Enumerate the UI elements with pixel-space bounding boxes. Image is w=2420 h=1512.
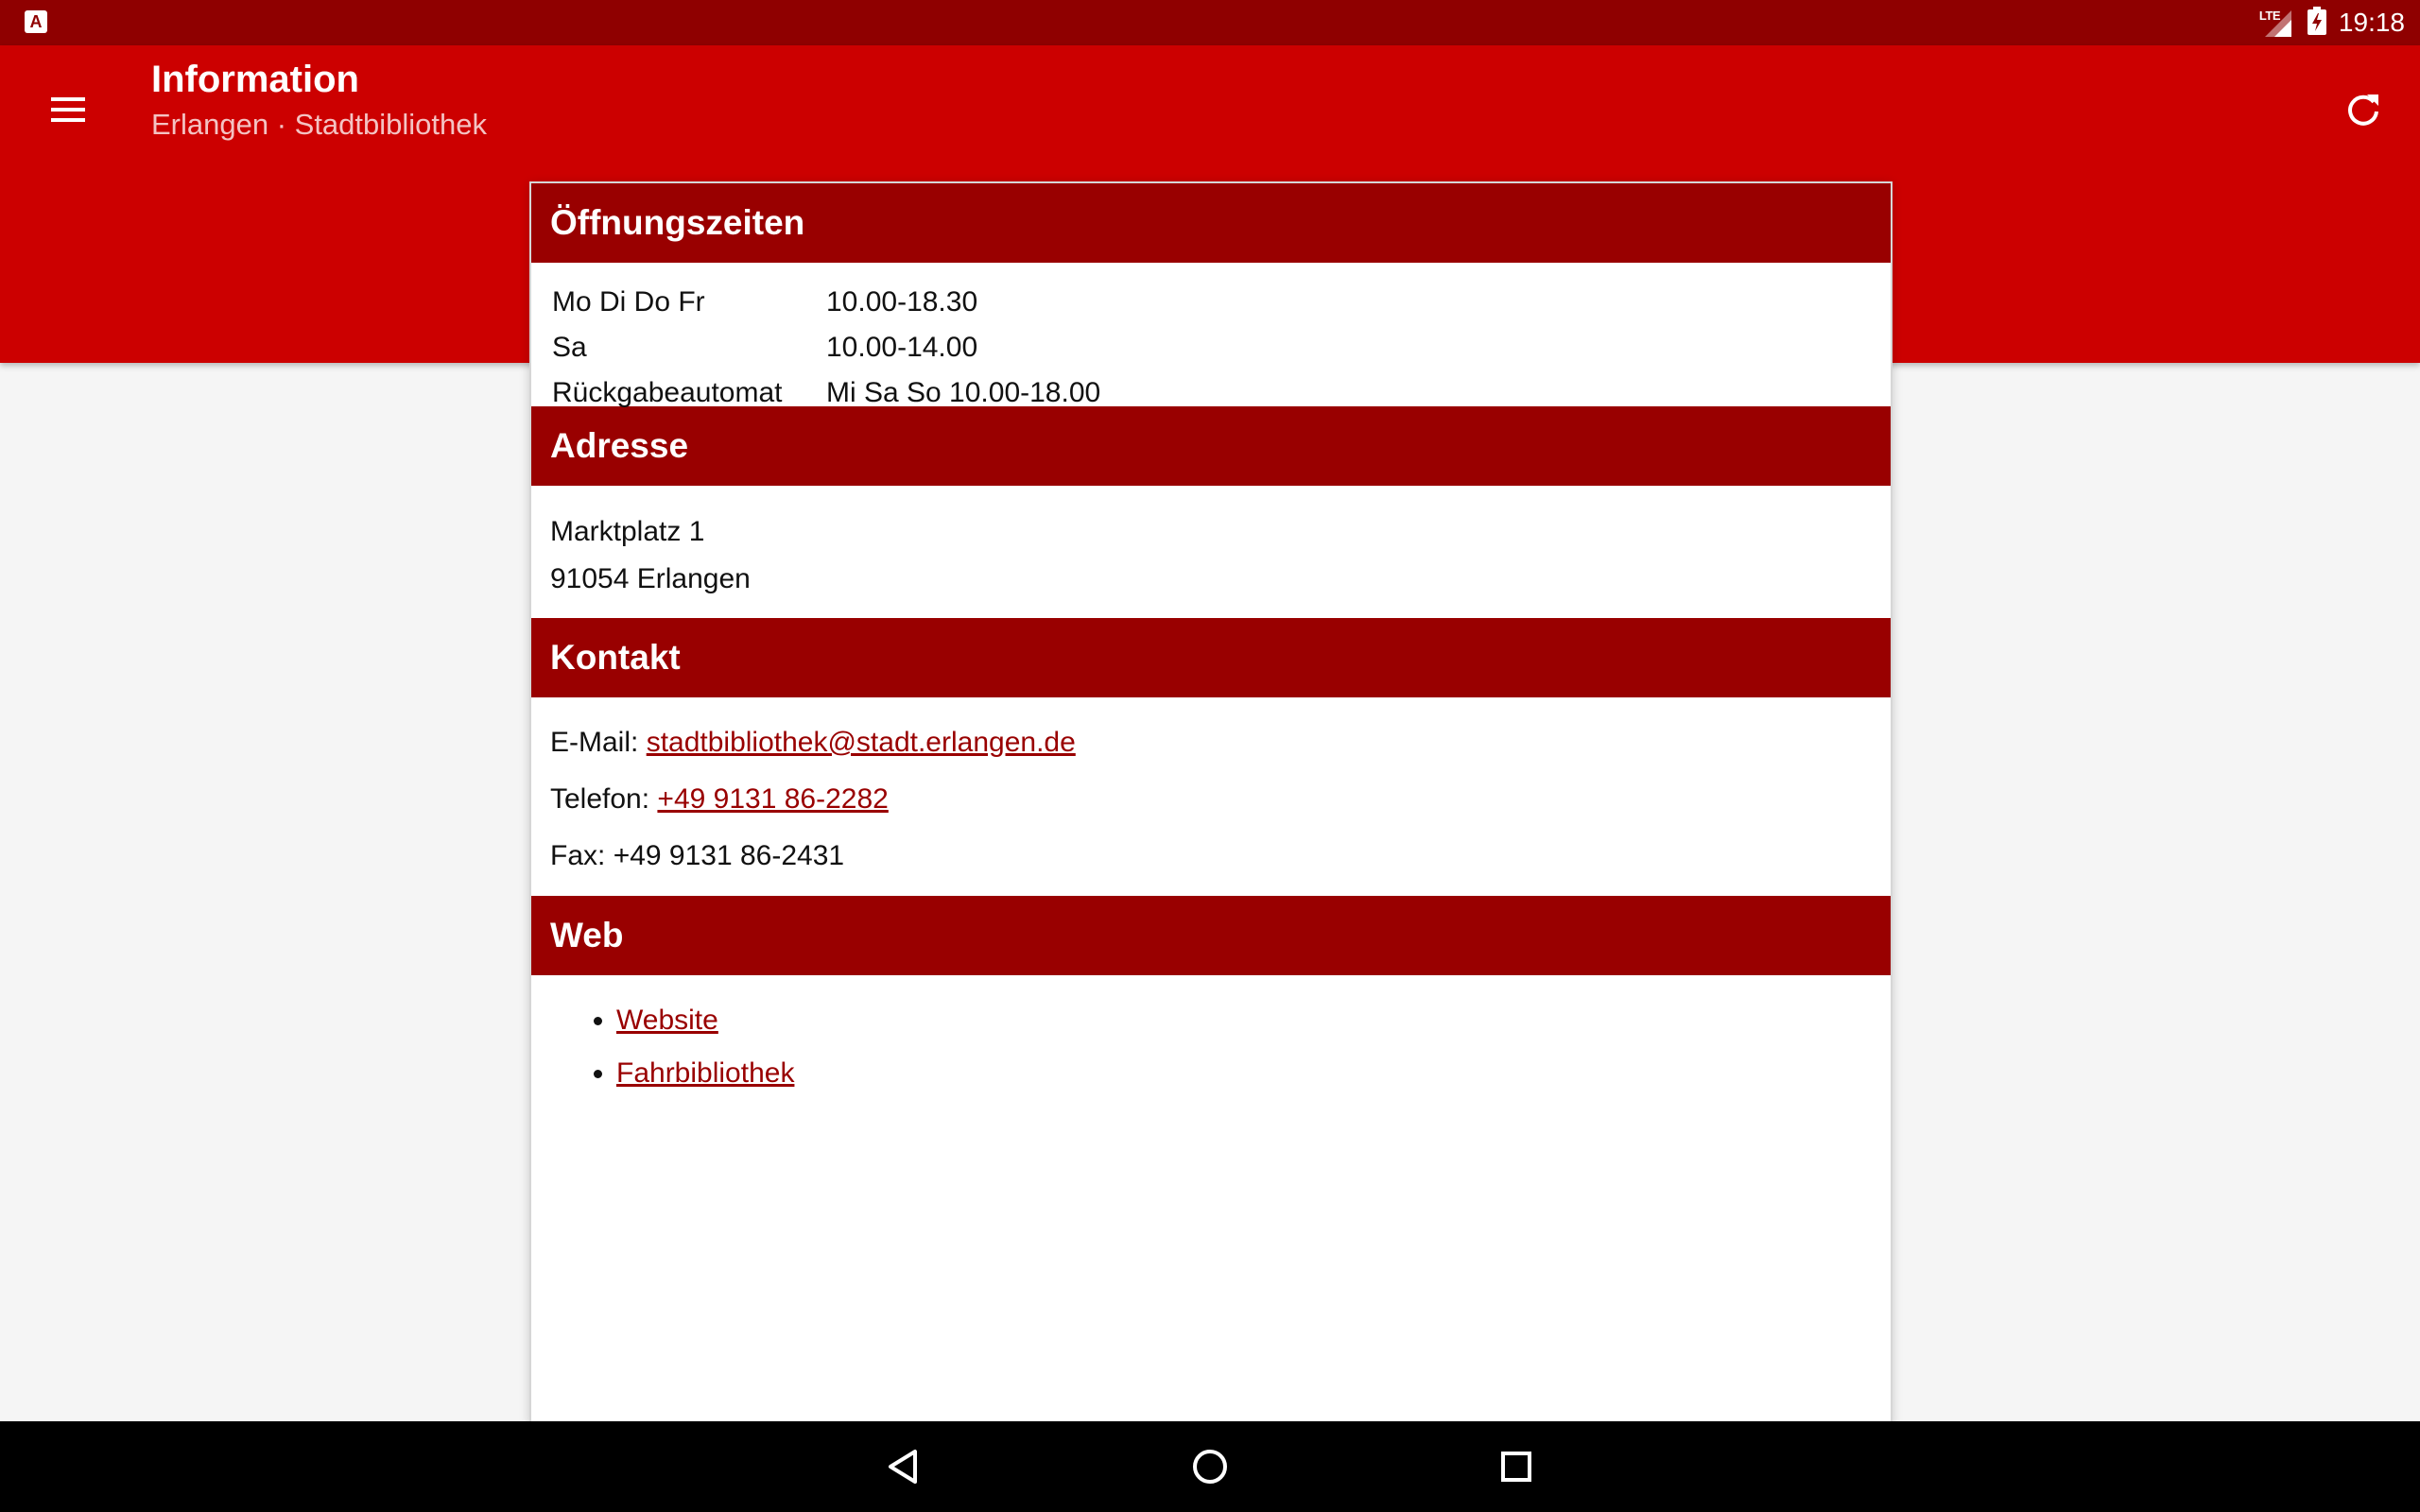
status-time: 19:18 [2338, 8, 2405, 37]
fax-number: +49 9131 86-2431 [613, 840, 845, 871]
menu-icon [51, 97, 85, 122]
back-icon [889, 1450, 917, 1484]
system-navigation-bar [0, 1421, 2420, 1512]
section-header-address: Adresse [531, 406, 1891, 486]
hours-time: 10.00-14.00 [826, 332, 978, 363]
address: Marktplatz 1 91054 Erlangen [531, 486, 1891, 618]
hours-time: Mi Sa So 10.00-18.00 [826, 377, 1101, 408]
opening-hours: Mo Di Do Fr 10.00-18.30 Sa 10.00-14.00 R… [531, 263, 1891, 408]
recents-icon [1501, 1452, 1531, 1482]
email-link[interactable]: stadtbibliothek@stadt.erlangen.de [647, 727, 1076, 758]
status-indicators: LTE 19:18 [2259, 0, 2405, 45]
page-title: Information [151, 59, 359, 100]
phone-label: Telefon: [550, 783, 658, 815]
home-button[interactable] [1180, 1436, 1240, 1497]
contact-fax-line: Fax: +49 9131 86-2431 [550, 828, 1872, 885]
recents-button[interactable] [1486, 1436, 1547, 1497]
table-row: Sa 10.00-14.00 [552, 325, 1100, 370]
web-links: Website Fahrbibliothek [531, 975, 1891, 1100]
status-bar: A LTE 19:18 [0, 0, 2420, 45]
battery-charging-icon [2307, 6, 2327, 40]
contact-phone-line: Telefon: +49 9131 86-2282 [550, 771, 1872, 828]
contact: E-Mail: stadtbibliothek@stadt.erlangen.d… [531, 697, 1891, 896]
back-button[interactable] [873, 1436, 934, 1497]
lte-signal-icon: LTE [2259, 9, 2293, 37]
section-header-hours: Öffnungszeiten [531, 183, 1891, 263]
fahrbibliothek-link[interactable]: Fahrbibliothek [616, 1057, 794, 1089]
email-label: E-Mail: [550, 727, 647, 758]
website-link[interactable]: Website [616, 1005, 718, 1036]
library-info-card: Öffnungszeiten Mo Di Do Fr 10.00-18.30 S… [529, 181, 1893, 1425]
hours-day: Mo Di Do Fr [552, 286, 705, 318]
address-city: 91054 Erlangen [550, 563, 751, 594]
list-item: Fahrbibliothek [616, 1047, 1872, 1100]
web-link-list: Website Fahrbibliothek [550, 994, 1872, 1100]
fax-label: Fax: [550, 840, 614, 871]
home-icon [1193, 1450, 1227, 1484]
address-street: Marktplatz 1 [550, 516, 705, 547]
contact-email-line: E-Mail: stadtbibliothek@stadt.erlangen.d… [550, 714, 1872, 771]
section-header-contact: Kontakt [531, 618, 1891, 697]
refresh-icon [2348, 94, 2378, 126]
opening-hours-table: Mo Di Do Fr 10.00-18.30 Sa 10.00-14.00 R… [552, 280, 1100, 416]
section-header-web: Web [531, 896, 1891, 975]
app-notification-icon: A [25, 10, 47, 33]
menu-button[interactable] [38, 79, 98, 140]
page-subtitle: Erlangen · Stadtbibliothek [151, 108, 488, 141]
refresh-button[interactable] [2333, 79, 2394, 140]
table-row: Mo Di Do Fr 10.00-18.30 [552, 280, 1100, 325]
phone-link[interactable]: +49 9131 86-2282 [657, 783, 888, 815]
hours-time: 10.00-18.30 [826, 286, 978, 318]
hours-day: Sa [552, 332, 587, 363]
list-item: Website [616, 994, 1872, 1047]
